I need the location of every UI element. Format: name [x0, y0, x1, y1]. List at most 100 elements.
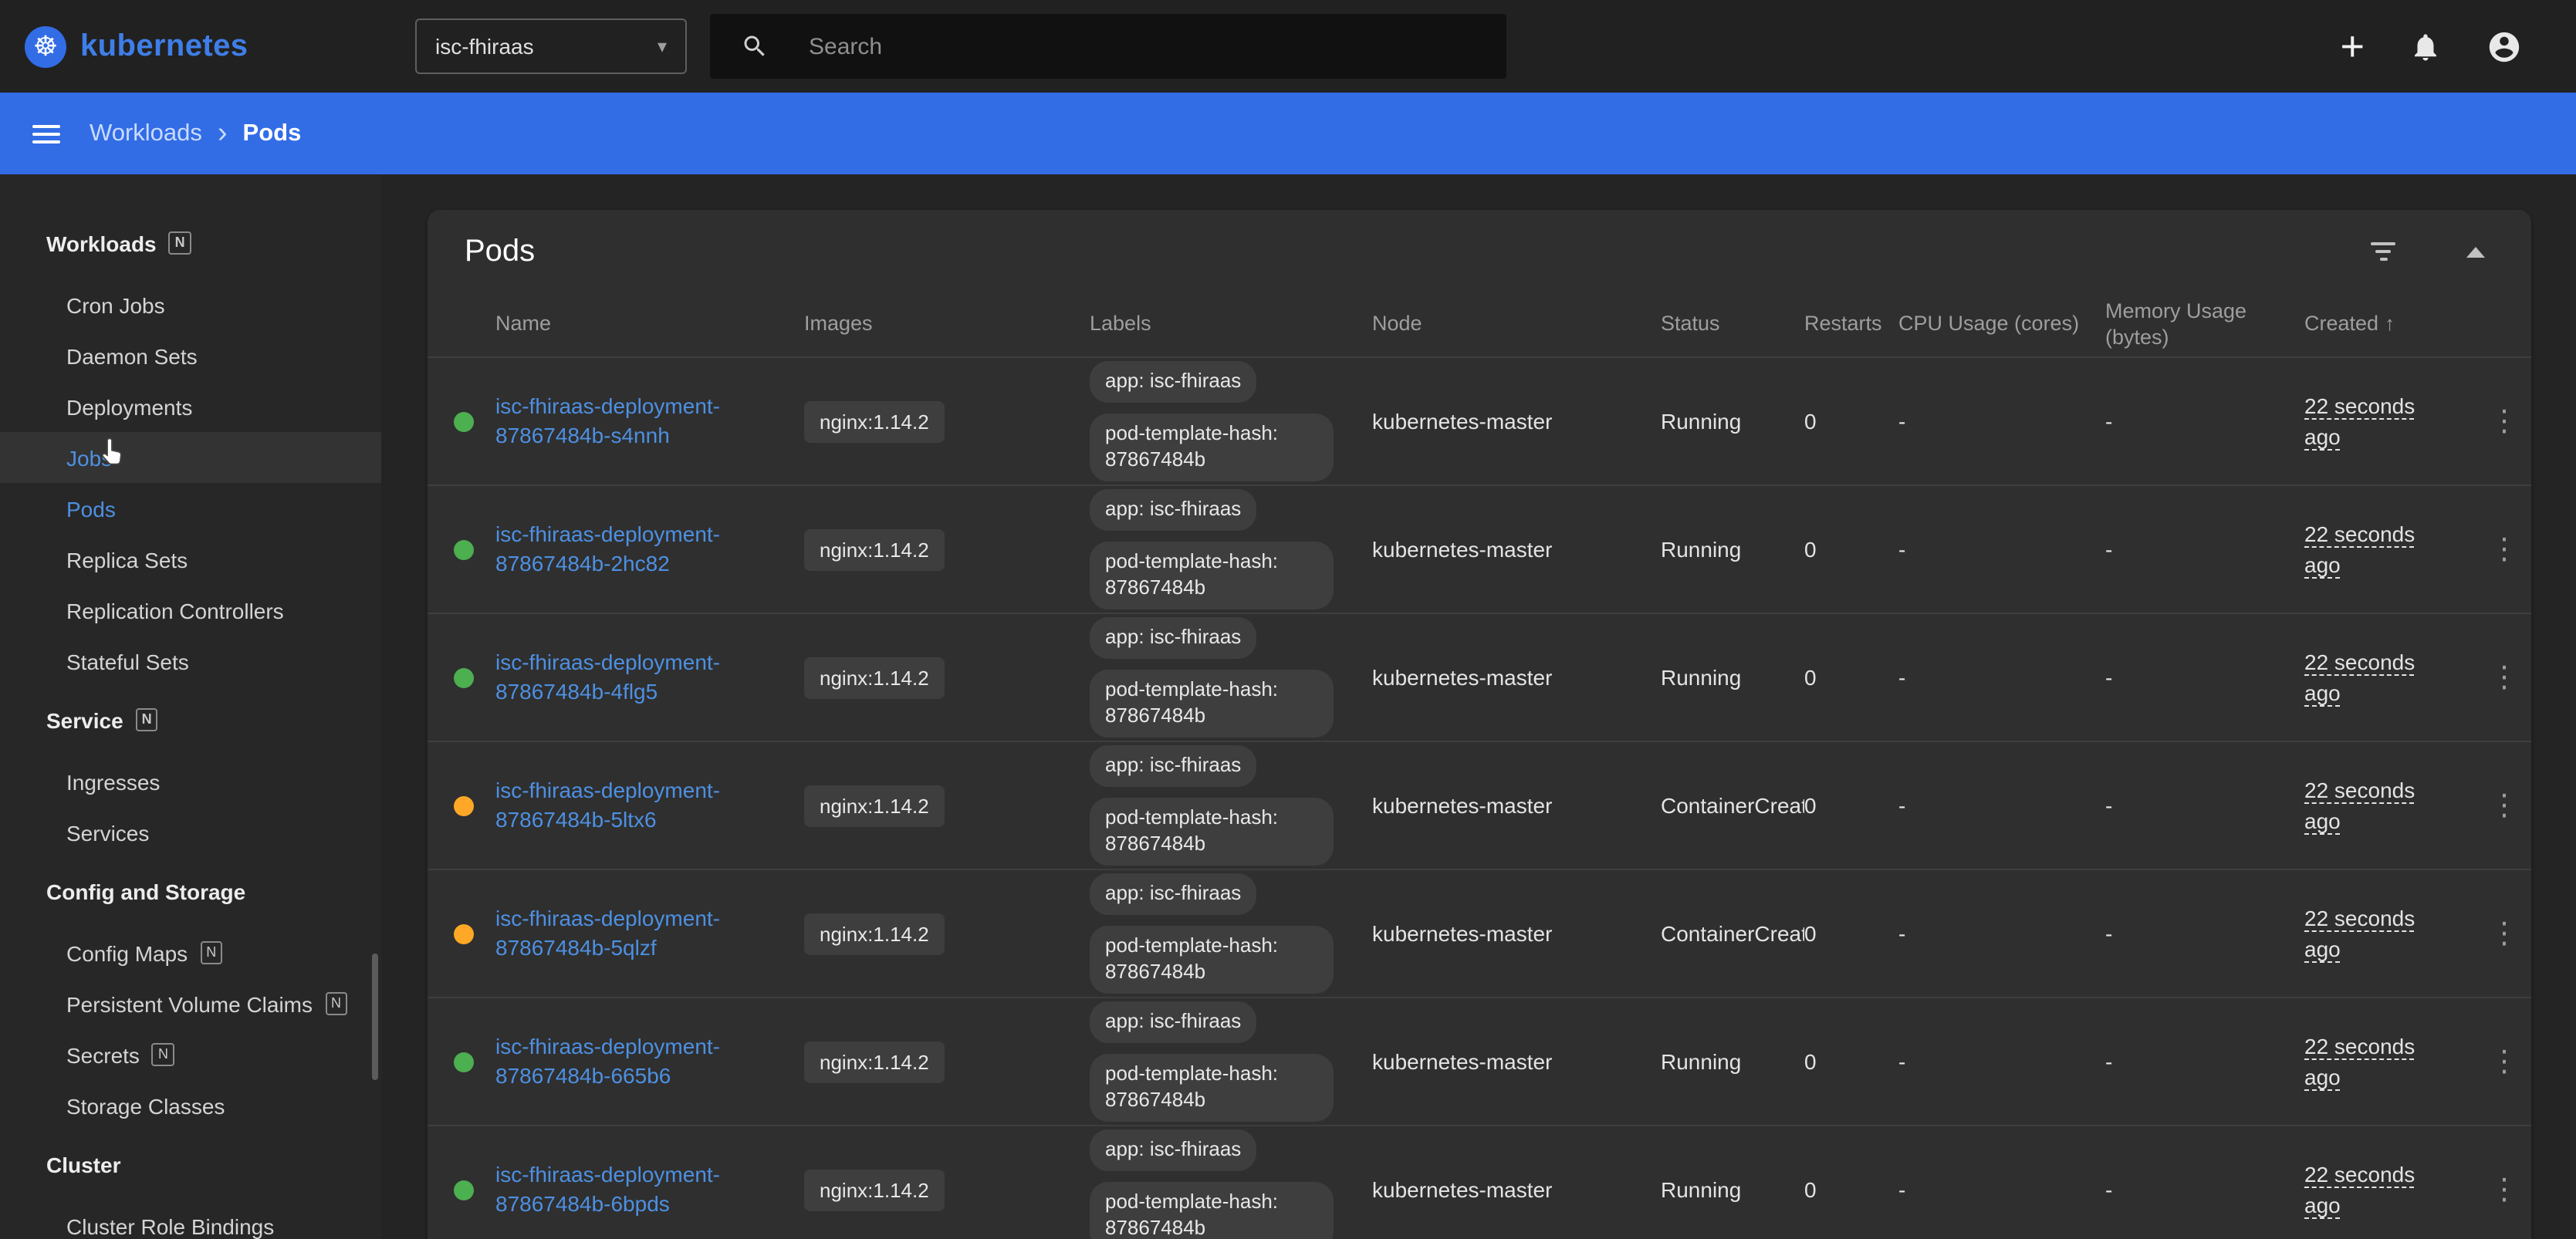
sidebar-item-services[interactable]: Services: [0, 807, 381, 858]
table-row[interactable]: isc-fhiraas-deployment-87867484b-5qlzf n…: [428, 870, 2531, 998]
pod-name-link[interactable]: isc-fhiraas-deployment-87867484b-s4nnh: [495, 392, 761, 451]
sidebar-item-pods[interactable]: Pods: [0, 483, 381, 534]
actions-cell: ⋮: [2477, 916, 2531, 951]
labels-cell: app: isc-fhiraaspod-template-hash: 87867…: [1090, 1001, 1372, 1121]
kebab-menu-icon[interactable]: ⋮: [2477, 786, 2531, 825]
table-row[interactable]: isc-fhiraas-deployment-87867484b-5ltx6 n…: [428, 742, 2531, 870]
collapse-caret-icon[interactable]: [2466, 246, 2485, 257]
account-circle-icon[interactable]: [2486, 29, 2522, 64]
column-header-labels[interactable]: Labels: [1090, 312, 1372, 338]
column-header-restarts[interactable]: Restarts: [1804, 312, 1898, 338]
hamburger-menu-icon[interactable]: [32, 120, 60, 147]
column-header-name[interactable]: Name: [495, 312, 804, 338]
pod-name-link[interactable]: isc-fhiraas-deployment-87867484b-4flg5: [495, 648, 761, 707]
sidebar-section-header[interactable]: Cluster: [0, 1139, 381, 1190]
sidebar-item-cluster-role-bindings[interactable]: Cluster Role Bindings: [0, 1200, 381, 1239]
sidebar-section-header[interactable]: ServiceN: [0, 694, 381, 745]
sort-ascending-icon: ↑: [2385, 312, 2395, 338]
create-resource-icon[interactable]: +: [2340, 25, 2365, 67]
sidebar-item-daemon-sets[interactable]: Daemon Sets: [0, 330, 381, 381]
kebab-menu-icon[interactable]: ⋮: [2477, 530, 2531, 569]
label-chip: pod-template-hash: 87867484b: [1090, 926, 1334, 994]
cpu-usage-cell: -: [1898, 665, 2105, 690]
sidebar-scrollbar-thumb[interactable]: [372, 954, 378, 1080]
images-cell: nginx:1.14.2: [804, 657, 1090, 698]
column-header-created[interactable]: Created ↑: [2304, 312, 2477, 338]
sidebar-item-replication-controllers[interactable]: Replication Controllers: [0, 585, 381, 636]
kebab-menu-icon[interactable]: ⋮: [2477, 914, 2531, 953]
images-cell: nginx:1.14.2: [804, 1169, 1090, 1210]
pod-name-link[interactable]: isc-fhiraas-deployment-87867484b-6bpds: [495, 1160, 761, 1219]
images-cell: nginx:1.14.2: [804, 528, 1090, 570]
column-header-status[interactable]: Status: [1661, 312, 1804, 338]
sidebar-item-replica-sets[interactable]: Replica Sets: [0, 534, 381, 585]
label-chip: pod-template-hash: 87867484b: [1090, 798, 1334, 866]
sidebar-item-config-maps[interactable]: Config MapsN: [0, 927, 381, 978]
namespaced-badge: N: [169, 231, 191, 255]
sidebar-item-jobs[interactable]: Jobs: [0, 432, 381, 483]
sidebar-section-header[interactable]: WorkloadsN: [0, 218, 381, 268]
chevron-down-icon: ▾: [658, 35, 667, 57]
images-cell: nginx:1.14.2: [804, 913, 1090, 954]
column-header-images[interactable]: Images: [804, 312, 1090, 338]
sidebar-section-config-and-storage: Config and Storage Config MapsN Persiste…: [0, 866, 381, 1131]
name-cell: isc-fhiraas-deployment-87867484b-4flg5: [495, 648, 804, 707]
sidebar-item-deployments[interactable]: Deployments: [0, 381, 381, 432]
label-chip: app: isc-fhiraas: [1090, 361, 1256, 403]
label-chip: pod-template-hash: 87867484b: [1090, 414, 1334, 481]
sidebar-section-header[interactable]: Config and Storage: [0, 866, 381, 917]
pod-status-icon: [454, 411, 474, 431]
images-cell: nginx:1.14.2: [804, 785, 1090, 826]
actions-cell: ⋮: [2477, 403, 2531, 439]
column-header-cpu[interactable]: CPU Usage (cores): [1898, 312, 2105, 338]
created-cell: 22 seconds ago: [2304, 390, 2477, 452]
kebab-menu-icon[interactable]: ⋮: [2477, 1042, 2531, 1081]
labels-cell: app: isc-fhiraaspod-template-hash: 87867…: [1090, 617, 1372, 737]
brand[interactable]: ☸ kubernetes: [25, 25, 248, 67]
filter-icon[interactable]: [2365, 236, 2402, 267]
created-tooltip-text: 22 seconds ago: [2304, 1158, 2437, 1220]
pod-name-link[interactable]: isc-fhiraas-deployment-87867484b-5qlzf: [495, 904, 761, 963]
status-dot-cell: [428, 411, 495, 431]
name-cell: isc-fhiraas-deployment-87867484b-2hc82: [495, 520, 804, 579]
created-cell: 22 seconds ago: [2304, 774, 2477, 836]
kebab-menu-icon[interactable]: ⋮: [2477, 658, 2531, 697]
name-cell: isc-fhiraas-deployment-87867484b-665b6: [495, 1032, 804, 1091]
sidebar-item-secrets[interactable]: SecretsN: [0, 1029, 381, 1080]
breadcrumb-workloads[interactable]: Workloads: [90, 120, 202, 147]
created-cell: 22 seconds ago: [2304, 1158, 2477, 1220]
pod-status-icon: [454, 1052, 474, 1072]
kebab-menu-icon[interactable]: ⋮: [2477, 402, 2531, 441]
namespace-selector[interactable]: isc-fhiraas ▾: [415, 19, 687, 74]
sidebar-item-stateful-sets[interactable]: Stateful Sets: [0, 636, 381, 687]
table-row[interactable]: isc-fhiraas-deployment-87867484b-s4nnh n…: [428, 358, 2531, 486]
namespaced-badge: N: [136, 708, 158, 731]
sidebar-item-storage-classes[interactable]: Storage Classes: [0, 1080, 381, 1131]
sidebar-item-ingresses[interactable]: Ingresses: [0, 756, 381, 807]
pod-name-link[interactable]: isc-fhiraas-deployment-87867484b-5ltx6: [495, 776, 761, 835]
memory-usage-cell: -: [2105, 793, 2304, 818]
node-cell: kubernetes-master: [1372, 665, 1661, 690]
sidebar-item-persistent-volume-claims[interactable]: Persistent Volume ClaimsN: [0, 978, 381, 1029]
label-chip: app: isc-fhiraas: [1090, 1129, 1256, 1171]
notifications-bell-icon[interactable]: [2409, 30, 2442, 62]
table-row[interactable]: isc-fhiraas-deployment-87867484b-4flg5 n…: [428, 614, 2531, 742]
status-dot-cell: [428, 795, 495, 815]
column-header-node[interactable]: Node: [1372, 312, 1661, 338]
pod-name-link[interactable]: isc-fhiraas-deployment-87867484b-2hc82: [495, 520, 761, 579]
node-cell: kubernetes-master: [1372, 409, 1661, 434]
table-row[interactable]: isc-fhiraas-deployment-87867484b-665b6 n…: [428, 998, 2531, 1126]
kebab-menu-icon[interactable]: ⋮: [2477, 1170, 2531, 1209]
status-cell: Running: [1661, 665, 1804, 690]
status-cell: Running: [1661, 409, 1804, 434]
column-header-memory[interactable]: Memory Usage (bytes): [2105, 299, 2304, 351]
main-content: Pods Name Images Labels Node Status Rest…: [381, 174, 2576, 1239]
search-input[interactable]: [809, 33, 1426, 59]
table-row[interactable]: isc-fhiraas-deployment-87867484b-2hc82 n…: [428, 486, 2531, 614]
image-chip: nginx:1.14.2: [804, 1041, 945, 1082]
table-row[interactable]: isc-fhiraas-deployment-87867484b-6bpds n…: [428, 1126, 2531, 1239]
pod-name-link[interactable]: isc-fhiraas-deployment-87867484b-665b6: [495, 1032, 761, 1091]
pods-card: Pods Name Images Labels Node Status Rest…: [428, 210, 2531, 1239]
sidebar-item-cron-jobs[interactable]: Cron Jobs: [0, 279, 381, 330]
pod-status-icon: [454, 795, 474, 815]
